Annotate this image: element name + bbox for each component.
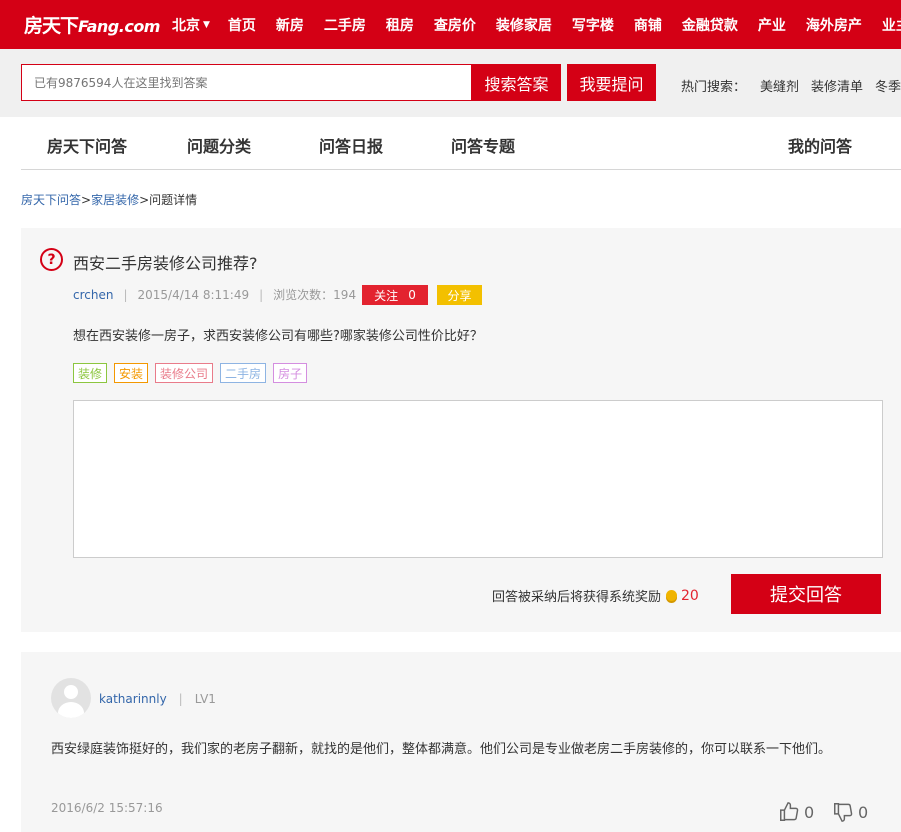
subnav-item-daily[interactable]: 问答日报 [319,133,383,157]
question-author[interactable]: crchen [73,288,113,302]
tag[interactable]: 装修 [73,363,108,383]
question-body: 想在西安装修一房子，求西安装修公司有哪些?哪家装修公司性价比好？ [73,329,483,344]
question-title: 西安二手房装修公司推荐? [73,254,258,273]
top-nav: 房天下 Fang.com 北京 ▼ 首页 新房 二手房 租房 查房价 装修家居 … [0,0,901,49]
like-count: 0 [804,802,815,822]
logo-text-en: Fang.com [78,17,160,36]
meta-separator: | [178,692,183,706]
city-label: 北京 [171,17,200,34]
answer-meta: katharinnly | LV1 [99,692,216,706]
meta-separator: | [259,287,264,302]
avatar-head-shape [64,685,78,699]
search-input[interactable] [21,64,472,101]
nav-link-new-homes[interactable]: 新房 [266,15,314,35]
submit-answer-button[interactable]: 提交回答 [731,574,881,614]
tag[interactable]: 房子 [273,363,308,383]
subnav-item-categories[interactable]: 问题分类 [187,133,251,157]
nav-link-industry[interactable]: 产业 [748,15,796,35]
thumbs-down-icon [834,803,853,822]
ask-question-button[interactable]: 我要提问 [567,64,656,101]
tag[interactable]: 安装 [114,363,149,383]
share-button[interactable]: 分享 [437,285,482,305]
nav-link-price[interactable]: 查房价 [424,15,486,35]
nav-link-owner-forum[interactable]: 业主论 [872,15,901,35]
hot-search-term[interactable]: 冬季 [875,76,901,95]
hot-search-label: 热门搜索： [681,80,747,95]
thumbs-up-icon [780,802,799,821]
meta-separator: | [123,287,128,302]
follow-button[interactable]: 关注 0 [362,285,428,305]
avatar-body-shape [58,702,84,718]
hot-search-term[interactable]: 美缝剂 [760,76,799,95]
like-button[interactable]: 0 [778,801,814,823]
reward-notice: 回答被采纳后将获得系统奖励 20 [492,586,699,606]
nav-link-resale[interactable]: 二手房 [314,15,376,35]
subnav-item-my-answers[interactable]: 我的问答 [788,133,852,157]
site-logo[interactable]: 房天下 Fang.com [24,11,160,38]
answer-textarea[interactable] [73,400,883,558]
user-level: LV1 [194,692,216,706]
question-datetime: 2015/4/14 8:11:49 [137,287,250,302]
answer-datetime: 2016/6/2 15:57:16 [51,801,163,815]
breadcrumb-separator: > [81,193,92,207]
breadcrumb-link-home-decor[interactable]: 家居装修 [91,193,139,207]
tag[interactable]: 二手房 [220,363,267,383]
nav-link-shops[interactable]: 商铺 [624,15,672,35]
qa-sub-nav: 房天下问答 问题分类 问答日报 问答专题 我的问答 [21,117,901,170]
hot-searches: 热门搜索： 美缝剂 装修清单 冬季 [681,76,901,95]
answer-card: katharinnly | LV1 西安绿庭装饰挺好的，我们家的老房子翻新，就找… [21,652,901,832]
question-card: ? 西安二手房装修公司推荐? crchen | 2015/4/14 8:11:4… [21,228,901,632]
search-band: 搜索答案 我要提问 热门搜索： 美缝剂 装修清单 冬季 [0,49,901,117]
reward-points: 20 [681,587,699,604]
nav-link-decoration[interactable]: 装修家居 [486,15,562,35]
subnav-item-qa-home[interactable]: 房天下问答 [47,133,127,157]
nav-link-overseas[interactable]: 海外房产 [796,15,872,35]
follow-label: 关注 [374,288,399,303]
breadcrumb-separator: > [139,193,150,207]
nav-link-rent[interactable]: 租房 [376,15,424,35]
search-answers-button[interactable]: 搜索答案 [472,64,561,101]
nav-link-office[interactable]: 写字楼 [562,15,624,35]
subnav-item-topics[interactable]: 问答专题 [451,133,515,157]
logo-text-cn: 房天下 [24,15,79,37]
breadcrumb: 房天下问答>家居装修>问题详情 [21,191,197,208]
coin-icon [666,590,678,601]
main-nav-links: 首页 新房 二手房 租房 查房价 装修家居 写字楼 商铺 金融贷款 产业 海外房… [218,15,901,35]
tag[interactable]: 装修公司 [155,363,214,383]
question-views: 浏览次数：194 [273,288,357,302]
hot-search-term[interactable]: 装修清单 [811,76,863,95]
caret-down-icon: ▼ [202,19,210,30]
answer-body: 西安绿庭装饰挺好的，我们家的老房子翻新，就找的是他们，整体都满意。他们公司是专业… [51,742,832,757]
answer-author[interactable]: katharinnly [99,692,167,706]
question-mark-icon: ? [40,248,63,271]
reward-text: 回答被采纳后将获得系统奖励 [492,590,662,605]
breadcrumb-link-qa[interactable]: 房天下问答 [21,193,81,207]
tag-list: 装修 安装 装修公司 二手房 房子 [73,363,308,383]
avatar[interactable] [51,678,91,718]
nav-link-finance[interactable]: 金融贷款 [672,15,748,35]
nav-link-home[interactable]: 首页 [218,15,266,35]
question-meta: crchen | 2015/4/14 8:11:49 | 浏览次数：194 [73,286,356,303]
dislike-button[interactable]: 0 [832,801,868,823]
dislike-count: 0 [858,802,869,822]
follow-count: 0 [408,288,416,302]
breadcrumb-current: 问题详情 [149,193,198,207]
city-selector[interactable]: 北京 ▼ [172,15,210,35]
